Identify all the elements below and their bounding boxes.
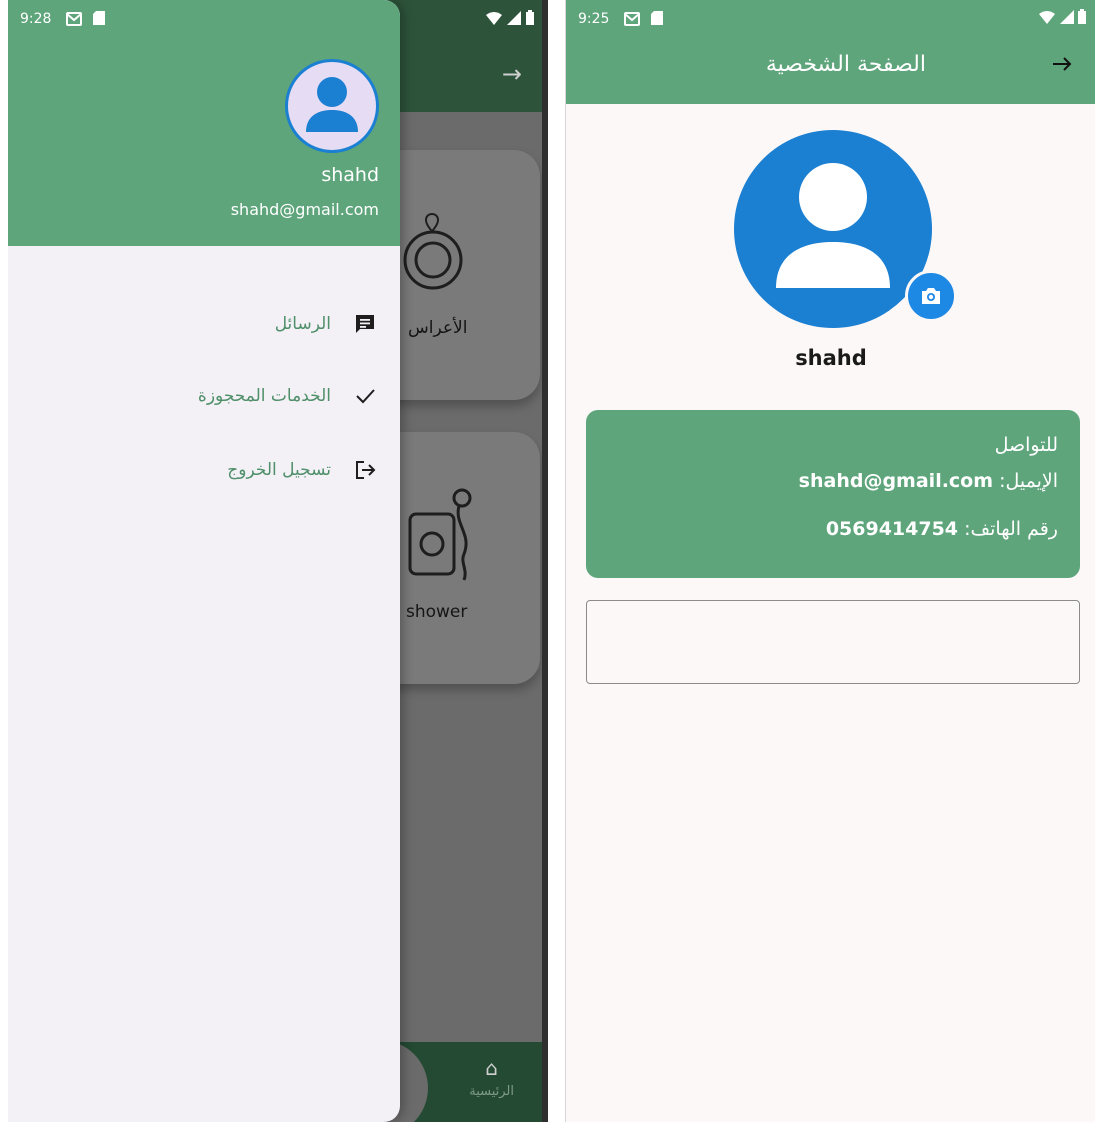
status-bar: 9:28 <box>8 0 400 38</box>
drawer-item-label: تسجيل الخروج <box>227 460 331 480</box>
person-icon <box>776 163 890 288</box>
contact-email-row: الإيميل: shahd@gmail.com <box>799 470 1058 492</box>
email-label: الإيميل: <box>993 470 1058 492</box>
profile-avatar <box>734 130 932 328</box>
status-time: 9:25 <box>578 11 610 27</box>
navigation-drawer: 9:28 shahd shahd@gmail.com الرسائل الخدم… <box>8 0 400 1122</box>
page-title: الصفحة الشخصية <box>765 52 926 77</box>
right-phone-screen: 9:25 الصفحة الشخصية shahd للتواصل الإيمي… <box>565 0 1095 1122</box>
background-nav-home-label: الرئيسية <box>469 1084 514 1099</box>
contact-phone-row: رقم الهاتف: 0569414754 <box>826 518 1058 540</box>
camera-icon <box>922 288 940 304</box>
drawer-item-booked-services[interactable]: الخدمات المحجوزة <box>198 376 379 416</box>
drawer-user-name: shahd <box>321 164 379 186</box>
drawer-item-label: الرسائل <box>274 314 331 334</box>
drawer-item-logout[interactable]: تسجيل الخروج <box>227 450 379 490</box>
drawer-item-label: الخدمات المحجوزة <box>197 386 331 406</box>
signal-icon <box>1059 10 1074 24</box>
home-icon: ⌂ <box>485 1056 498 1080</box>
screen-divider <box>542 0 548 1122</box>
message-icon <box>351 310 379 338</box>
left-phone-screen: → الأعراس shower ⌂ الرئيسية 9:28 shahd s… <box>8 0 548 1122</box>
logout-icon <box>351 456 379 484</box>
contact-info-card: للتواصل الإيميل: shahd@gmail.com رقم اله… <box>586 410 1080 578</box>
drawer-header: 9:28 shahd shahd@gmail.com <box>8 0 400 246</box>
signal-icon <box>506 11 521 25</box>
phone-label: رقم الهاتف: <box>958 518 1058 540</box>
text-input-field[interactable] <box>586 600 1080 684</box>
gmail-icon <box>624 12 640 26</box>
status-bar: 9:25 <box>566 0 1095 38</box>
back-arrow-icon[interactable] <box>1050 52 1074 76</box>
gmail-icon <box>66 12 82 26</box>
battery-icon <box>1078 9 1086 24</box>
change-photo-button[interactable] <box>905 270 957 322</box>
background-card-label: shower <box>406 602 468 622</box>
avatar[interactable] <box>285 59 379 153</box>
battery-icon <box>526 10 534 25</box>
wifi-icon <box>485 12 502 25</box>
sd-card-icon <box>93 11 106 25</box>
drawer-user-email: shahd@gmail.com <box>230 200 379 219</box>
wedding-rings-icon <box>403 213 463 290</box>
system-icons <box>1039 9 1086 28</box>
wifi-icon <box>1039 11 1056 24</box>
phone-value: 0569414754 <box>825 518 959 540</box>
profile-app-bar: 9:25 الصفحة الشخصية <box>566 0 1095 104</box>
status-bar-right <box>485 10 534 29</box>
email-value: shahd@gmail.com <box>798 470 994 492</box>
person-icon <box>306 77 358 132</box>
shower-gift-icon <box>408 488 472 581</box>
sd-card-icon <box>651 11 664 25</box>
profile-user-name: shahd <box>795 346 867 370</box>
contact-heading: للتواصل <box>994 434 1058 456</box>
background-back-arrow-icon: → <box>501 60 522 88</box>
notification-icons <box>624 10 664 30</box>
status-time: 9:28 <box>20 11 52 27</box>
background-card-label: الأعراس <box>408 318 468 338</box>
notification-icons <box>66 10 106 30</box>
drawer-item-messages[interactable]: الرسائل <box>275 304 379 344</box>
check-icon <box>351 382 379 410</box>
